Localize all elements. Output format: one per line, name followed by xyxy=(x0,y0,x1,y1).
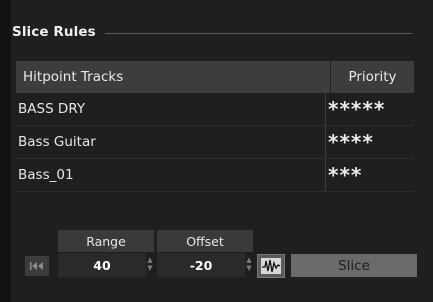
priority-stars[interactable]: *** xyxy=(325,159,414,191)
section-title: Slice Rules xyxy=(12,24,96,40)
range-label: Range xyxy=(58,230,154,252)
hitpoint-tracks-table: Hitpoint Tracks Priority BASS DRY ***** … xyxy=(16,61,414,192)
section-header: Slice Rules xyxy=(12,22,96,42)
table-row[interactable]: Bass Guitar **** xyxy=(16,126,414,159)
spin-up-icon[interactable]: ▲ xyxy=(245,256,253,264)
range-input[interactable]: 40 xyxy=(58,253,146,277)
priority-stars[interactable]: **** xyxy=(325,126,414,158)
waveform-icon xyxy=(261,258,281,274)
slice-button[interactable]: Slice xyxy=(291,254,417,277)
offset-stepper[interactable]: ▲ ▼ xyxy=(245,256,253,274)
table-row[interactable]: Bass_01 *** xyxy=(16,159,414,192)
table-row[interactable]: BASS DRY ***** xyxy=(16,93,414,126)
skip-to-start-button[interactable] xyxy=(25,256,49,276)
waveform-button[interactable] xyxy=(257,254,285,278)
offset-input[interactable]: -20 xyxy=(157,253,245,277)
spin-up-icon[interactable]: ▲ xyxy=(146,256,154,264)
header-divider xyxy=(105,33,412,34)
track-name[interactable]: BASS DRY xyxy=(16,93,325,125)
priority-stars[interactable]: ***** xyxy=(325,93,414,125)
range-stepper[interactable]: ▲ ▼ xyxy=(146,256,154,274)
column-header-hitpoint-tracks[interactable]: Hitpoint Tracks xyxy=(16,61,330,93)
track-name[interactable]: Bass Guitar xyxy=(16,126,325,158)
track-name[interactable]: Bass_01 xyxy=(16,159,325,191)
table-header: Hitpoint Tracks Priority xyxy=(16,61,414,93)
column-header-priority[interactable]: Priority xyxy=(330,61,414,93)
spin-down-icon[interactable]: ▼ xyxy=(146,264,154,272)
skip-to-start-icon xyxy=(30,262,43,270)
left-edge xyxy=(0,0,11,302)
offset-label: Offset xyxy=(157,230,253,252)
spin-down-icon[interactable]: ▼ xyxy=(245,264,253,272)
